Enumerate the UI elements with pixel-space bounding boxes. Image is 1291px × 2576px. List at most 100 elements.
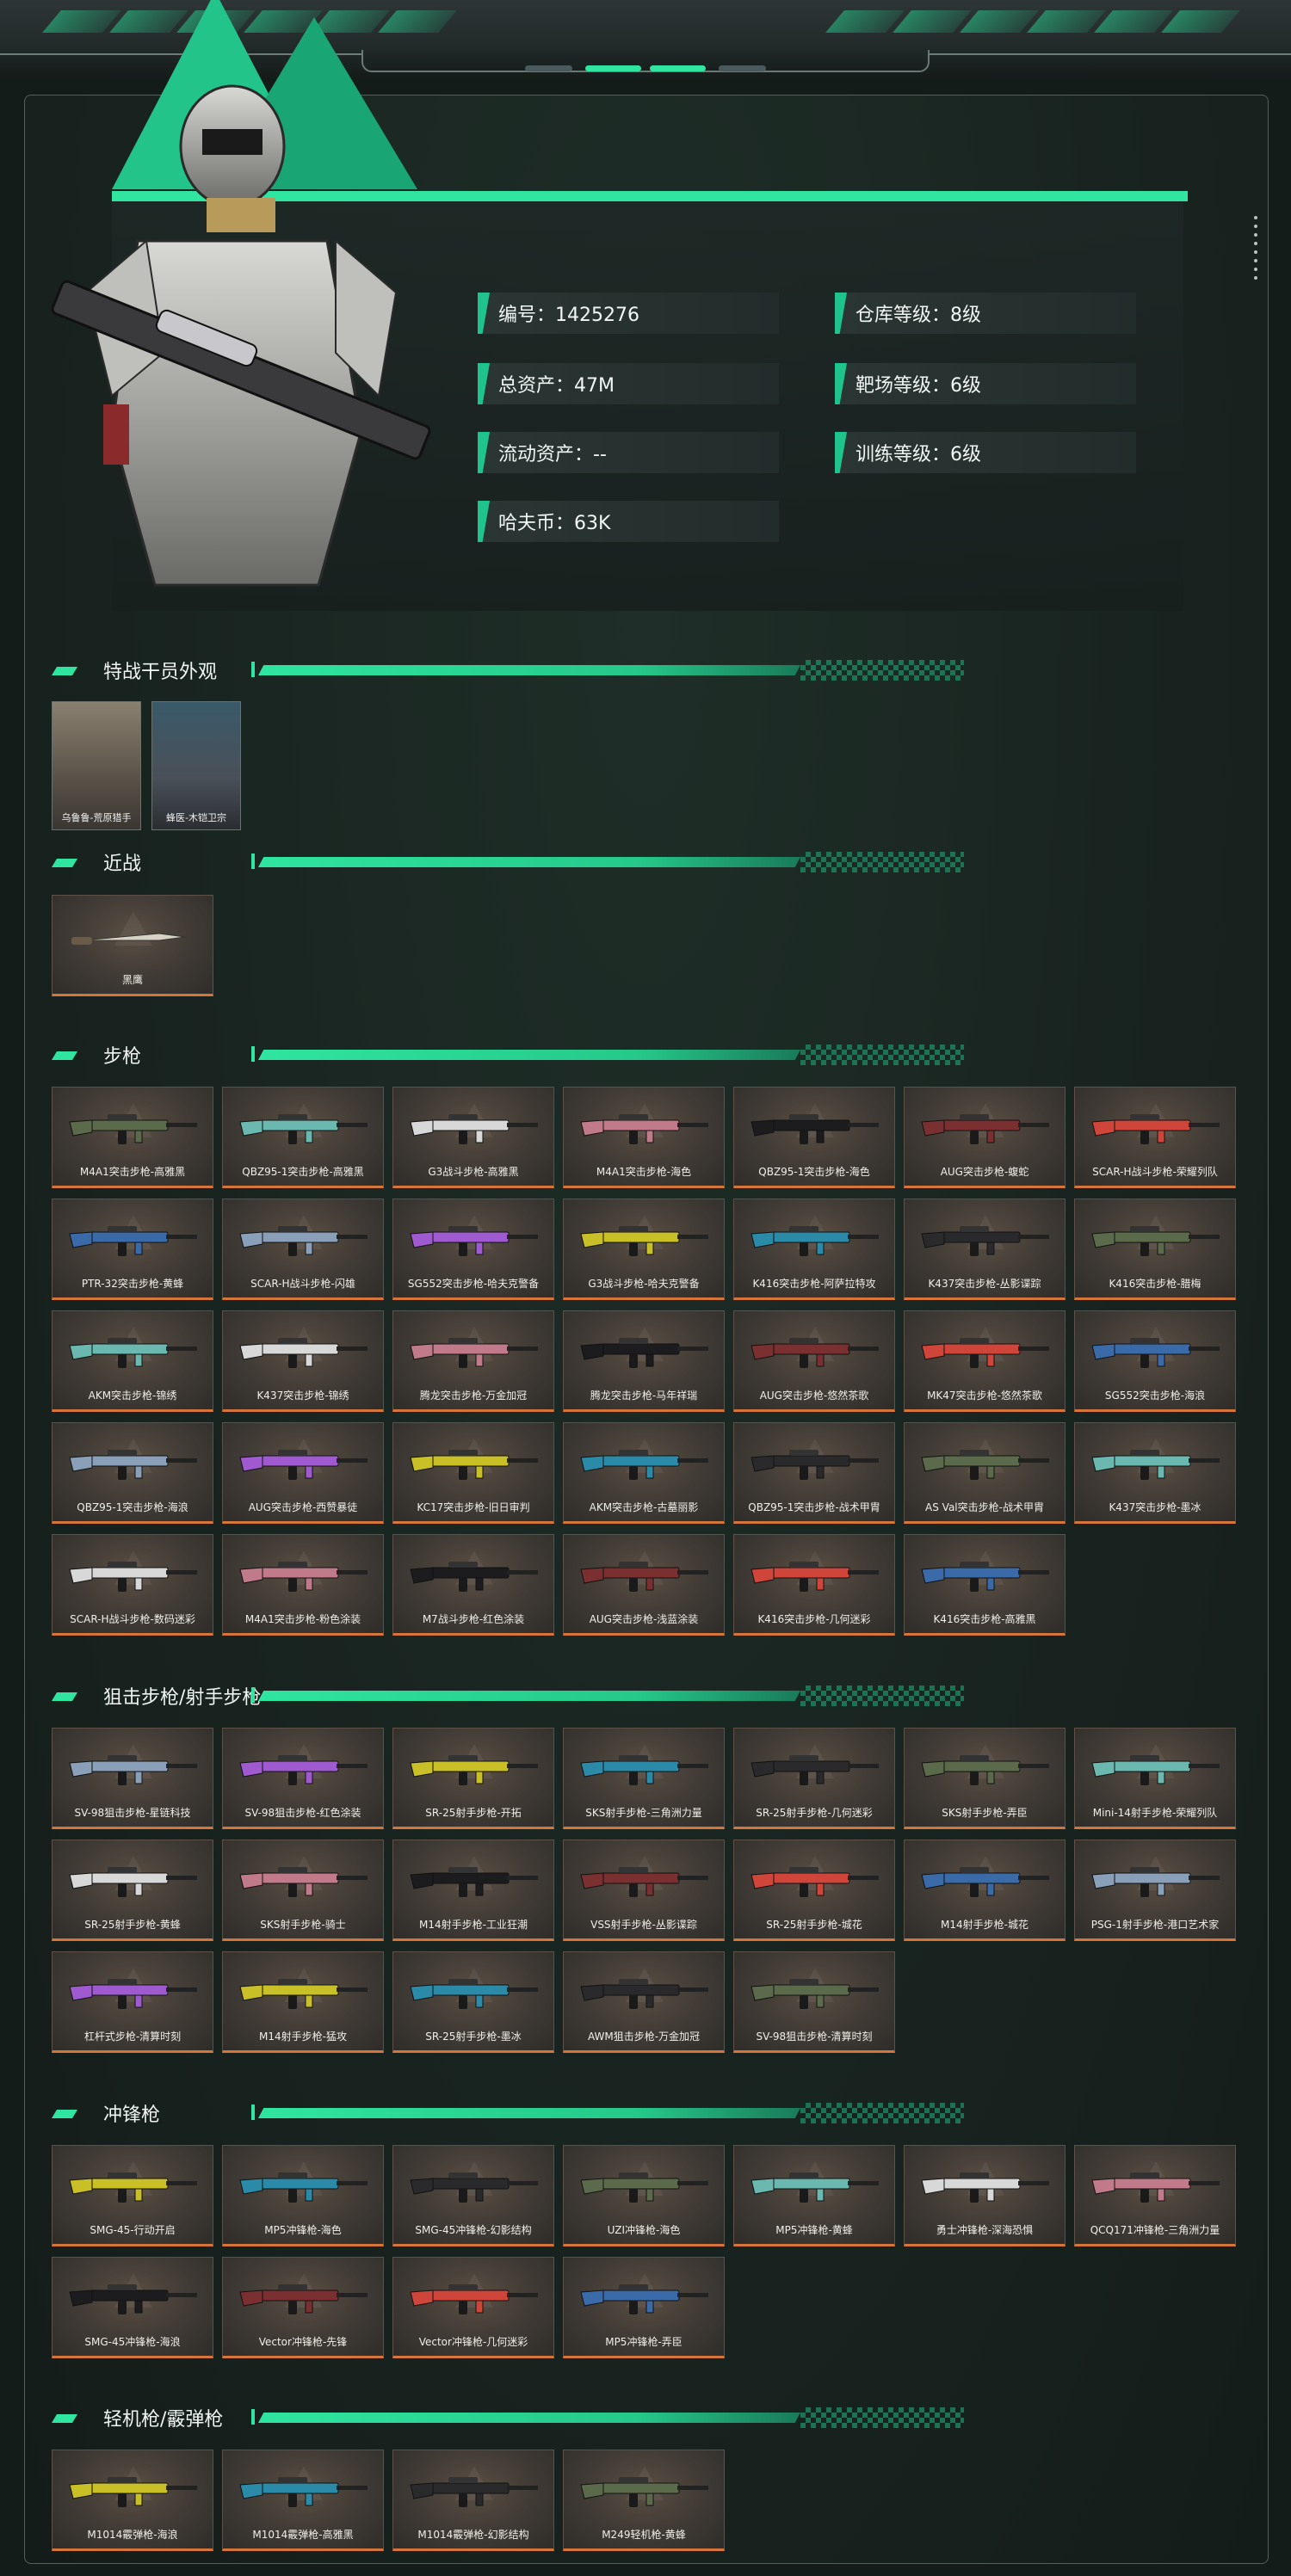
smgs-item-card[interactable]: SMG-45冲锋枪-海浪 [52,2257,213,2358]
rifles-item-card[interactable]: 腾龙突击步枪-万金加冠 [392,1310,554,1412]
operator-skin-card[interactable]: 乌鲁鲁-荒原猎手 [52,701,141,830]
item-name: QCQ171冲锋枪-三角洲力量 [1090,2224,1220,2236]
rifles-item-card[interactable]: SG552突击步枪-海浪 [1074,1310,1236,1412]
section-title: 狙击步枪/射手步枪 [103,1687,262,1709]
stat-total-assets-text: 总资产：47M [498,375,615,397]
item-name: Mini-14射手步枪-荣耀列队 [1092,1807,1218,1819]
stat-havoc-coin: 哈夫币：63K [478,501,779,542]
rifles-item-card[interactable]: G3战斗步枪-高雅黑 [392,1087,554,1188]
rifles-item-card[interactable]: SCAR-H战斗步枪-荣耀列队 [1074,1087,1236,1188]
item-name: QBZ95-1突击步枪-海浪 [77,1501,188,1513]
smgs-item-card[interactable]: 勇士冲锋枪-深海恐惧 [904,2145,1066,2246]
rifles-item-card[interactable]: SCAR-H战斗步枪-闪雄 [222,1199,384,1300]
snipers-item-card[interactable]: VSS射手步枪-丛影谍踪 [563,1840,725,1941]
rifles-item-card[interactable]: QBZ95-1突击步枪-高雅黑 [222,1087,384,1188]
item-name: MK47突击步枪-悠然茶歌 [927,1390,1042,1402]
rifles-item-card[interactable]: AUG突击步枪-西赞暴徒 [222,1422,384,1524]
rifles-item-card[interactable]: G3战斗步枪-哈夫克警备 [563,1199,725,1300]
rifles-item-card[interactable]: AKM突击步枪-锦绣 [52,1310,213,1412]
rifles-item-card[interactable]: K416突击步枪-几何迷彩 [733,1534,895,1636]
section-title: 冲锋枪 [103,2105,161,2126]
snipers-item-card[interactable]: SR-25射手步枪-开拓 [392,1728,554,1829]
smgs-item-card[interactable]: MP5冲锋枪-黄蜂 [733,2145,895,2246]
rifles-item-card[interactable]: AS Val突击步枪-战术甲胄 [904,1422,1066,1524]
rifles-item-card[interactable]: QBZ95-1突击步枪-海浪 [52,1422,213,1524]
rifles-item-card[interactable]: SCAR-H战斗步枪-数码迷彩 [52,1534,213,1636]
rifles-item-card[interactable]: AKM突击步枪-古墓丽影 [563,1422,725,1524]
snipers-item-card[interactable]: SR-25射手步枪-墨冰 [392,1951,554,2053]
rifles-item-card[interactable]: PTR-32突击步枪-黄蜂 [52,1199,213,1300]
rifles-item-card[interactable]: M4A1突击步枪-海色 [563,1087,725,1188]
item-name: M4A1突击步枪-粉色涂装 [244,1613,361,1625]
smgs-item-card[interactable]: MP5冲锋枪-弄臣 [563,2257,725,2358]
smgs-item-card[interactable]: SMG-45冲锋枪-幻影结构 [392,2145,554,2246]
item-name: SKS射手步枪-弄臣 [942,1807,1028,1819]
gun-icon [239,1562,368,1592]
gun-icon [69,2284,197,2314]
item-name: M249轻机枪-黄蜂 [602,2529,686,2541]
item-name: AUG突击步枪-浅蓝涂装 [589,1613,699,1625]
rifles-item-card[interactable]: AUG突击步枪-悠然茶歌 [733,1310,895,1412]
snipers-item-card[interactable]: M14射手步枪-猛攻 [222,1951,384,2053]
rifles-item-card[interactable]: QBZ95-1突击步枪-战术甲胄 [733,1422,895,1524]
rifles-item-card[interactable]: 腾龙突击步枪-马年祥瑞 [563,1310,725,1412]
snipers-item-card[interactable]: SKS射手步枪-弄臣 [904,1728,1066,1829]
rifles-item-card[interactable]: QBZ95-1突击步枪-海色 [733,1087,895,1188]
rifles-item-card[interactable]: K437突击步枪-丛影谍踪 [904,1199,1066,1300]
rifles-item-card[interactable]: K437突击步枪-墨冰 [1074,1422,1236,1524]
gun-icon [580,1755,708,1785]
snipers-item-card[interactable]: SR-25射手步枪-城花 [733,1840,895,1941]
item-name: 腾龙突击步枪-万金加冠 [419,1390,528,1402]
rifles-item-card[interactable]: K437突击步枪-锦绣 [222,1310,384,1412]
smgs-item-card[interactable]: QCQ171冲锋枪-三角洲力量 [1074,2145,1236,2246]
snipers-item-card[interactable]: M14射手步枪-城花 [904,1840,1066,1941]
scrollbar-dots[interactable] [1254,216,1257,280]
snipers-item-card[interactable]: SV-98狙击步枪-星链科技 [52,1728,213,1829]
section-title: 近战 [103,854,142,875]
snipers-item-card[interactable]: SKS射手步枪-骑士 [222,1840,384,1941]
smgs-item-card[interactable]: SMG-45-行动开启 [52,2145,213,2246]
smgs-item-card[interactable]: UZI冲锋枪-海色 [563,2145,725,2246]
snipers-item-card[interactable]: SKS射手步枪-三角洲力量 [563,1728,725,1829]
item-name: SV-98狙击步枪-红色涂装 [244,1807,361,1819]
lmgs-item-card[interactable]: M249轻机枪-黄蜂 [563,2450,725,2551]
gun-icon [410,1114,538,1144]
rifles-item-card[interactable]: K416突击步枪-腊梅 [1074,1199,1236,1300]
snipers-item-card[interactable]: 杠杆式步枪-清算时刻 [52,1951,213,2053]
smgs-item-card[interactable]: Vector冲锋枪-先锋 [222,2257,384,2358]
rifles-item-card[interactable]: KC17突击步枪-旧日审判 [392,1422,554,1524]
rifles-item-card[interactable]: M7战斗步枪-红色涂装 [392,1534,554,1636]
rifles-item-card[interactable]: AUG突击步枪-浅蓝涂装 [563,1534,725,1636]
snipers-item-card[interactable]: SR-25射手步枪-黄蜂 [52,1840,213,1941]
snipers-item-card[interactable]: PSG-1射手步枪-港口艺术家 [1074,1840,1236,1941]
melee-item-card[interactable]: 黑鹰 [52,895,213,996]
smgs-item-card[interactable]: MP5冲锋枪-海色 [222,2145,384,2246]
lmgs-item-card[interactable]: M1014霰弹枪-海浪 [52,2450,213,2551]
item-name: MP5冲锋枪-弄臣 [605,2336,683,2348]
rifles-item-card[interactable]: AUG突击步枪-蝮蛇 [904,1087,1066,1188]
snipers-item-card[interactable]: M14射手步枪-工业狂潮 [392,1840,554,1941]
rifles-item-card[interactable]: K416突击步枪-阿萨拉特攻 [733,1199,895,1300]
lmgs-item-card[interactable]: M1014霰弹枪-幻影结构 [392,2450,554,2551]
snipers-item-card[interactable]: SV-98狙击步枪-清算时刻 [733,1951,895,2053]
gun-icon [410,1562,538,1592]
rifles-item-card[interactable]: M4A1突击步枪-高雅黑 [52,1087,213,1188]
snipers-item-card[interactable]: Mini-14射手步枪-荣耀列队 [1074,1728,1236,1829]
rifles-item-card[interactable]: MK47突击步枪-悠然茶歌 [904,1310,1066,1412]
stat-training-level: 训练等级：6级 [835,432,1136,473]
rifles-item-card[interactable]: SG552突击步枪-哈夫克警备 [392,1199,554,1300]
smgs-item-card[interactable]: Vector冲锋枪-几何迷彩 [392,2257,554,2358]
rifles-item-card[interactable]: M4A1突击步枪-粉色涂装 [222,1534,384,1636]
snipers-item-card[interactable]: AWM狙击步枪-万金加冠 [563,1951,725,2053]
item-name: K437突击步枪-丛影谍踪 [928,1278,1041,1290]
item-name: M1014霰弹枪-幻影结构 [417,2529,529,2541]
rifles-item-card[interactable]: K416突击步枪-高雅黑 [904,1534,1066,1636]
gun-icon [410,1338,538,1368]
snipers-item-card[interactable]: SV-98狙击步枪-红色涂装 [222,1728,384,1829]
operator-skin-card[interactable]: 蜂医-木铠卫宗 [151,701,241,830]
snipers-item-card[interactable]: SR-25射手步枪-几何迷彩 [733,1728,895,1829]
lmgs-item-card[interactable]: M1014霰弹枪-高雅黑 [222,2450,384,2551]
gun-icon [1091,1226,1220,1256]
gun-icon [921,1562,1049,1592]
gun-icon [410,1755,538,1785]
